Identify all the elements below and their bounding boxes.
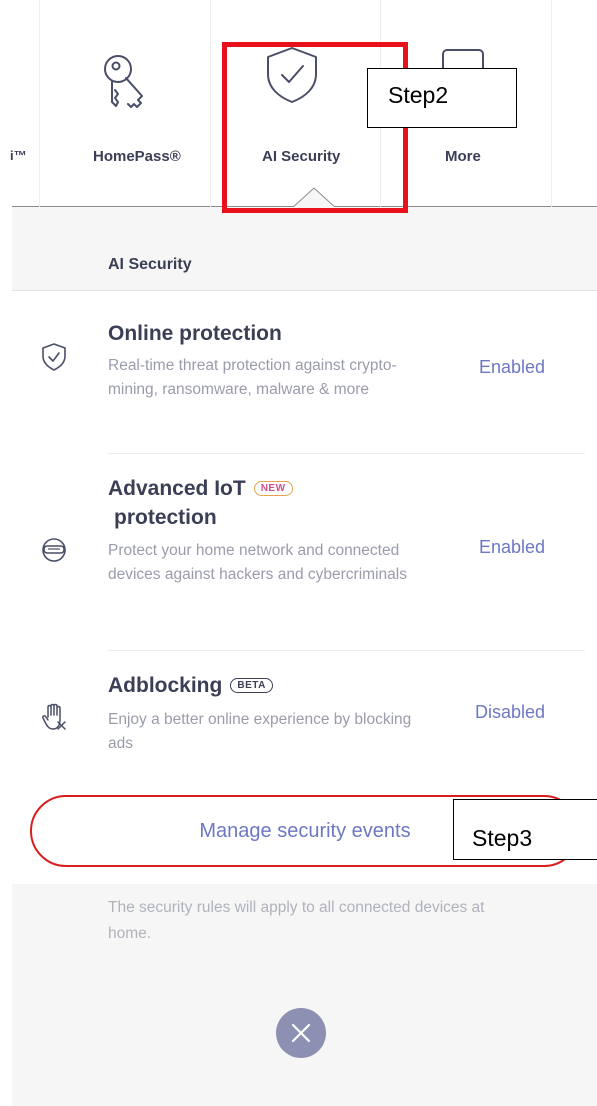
feature-status[interactable]: Enabled (479, 537, 545, 558)
feature-title-text: Adblocking (108, 674, 223, 697)
divider (108, 453, 585, 454)
close-icon (291, 1023, 311, 1043)
section-header: AI Security (12, 207, 597, 291)
tab-wifi[interactable]: i™ (10, 0, 39, 207)
feature-title: Advanced IoT NEW (108, 477, 293, 501)
tab-label: HomePass® (93, 148, 181, 165)
feature-adblocking[interactable]: Adblocking BETA Enjoy a better online exp… (12, 652, 597, 782)
step2-label: Step2 (367, 68, 517, 128)
feature-status[interactable]: Enabled (479, 357, 545, 378)
feature-title-text: Advanced IoT (108, 477, 246, 500)
feature-online-protection[interactable]: Online protection Real-time threat prote… (12, 292, 597, 454)
nav-divider (551, 0, 552, 207)
feature-description: Real-time threat protection against cryp… (108, 357, 397, 398)
close-button[interactable] (276, 1008, 326, 1058)
feature-status[interactable]: Disabled (475, 702, 545, 723)
step3-label: Step3 (453, 799, 597, 860)
keys-icon (104, 55, 143, 108)
feature-description: Protect your home network and connected … (108, 542, 407, 583)
feature-title: Adblocking BETA (108, 674, 273, 698)
feature-title-line2: protection (114, 506, 217, 529)
feature-advanced-iot-protection[interactable]: Advanced IoT NEW protection Protect your … (12, 455, 597, 651)
footer-note: The security rules will apply to all con… (108, 899, 485, 942)
tab-label: i™ (10, 148, 27, 163)
feature-description: Enjoy a better online experience by bloc… (108, 711, 412, 752)
section-title: AI Security (108, 256, 192, 273)
new-badge: NEW (253, 481, 293, 496)
feature-title: Online protection (108, 322, 282, 345)
hacker-mask-icon (42, 538, 66, 562)
beta-badge: BETA (230, 678, 273, 693)
stop-hand-icon (42, 703, 66, 730)
shield-check-icon (42, 343, 66, 371)
tab-label: More (445, 148, 481, 165)
footer: The security rules will apply to all con… (12, 884, 597, 1106)
divider (108, 650, 585, 651)
tab-homepass[interactable]: HomePass® (40, 0, 210, 207)
